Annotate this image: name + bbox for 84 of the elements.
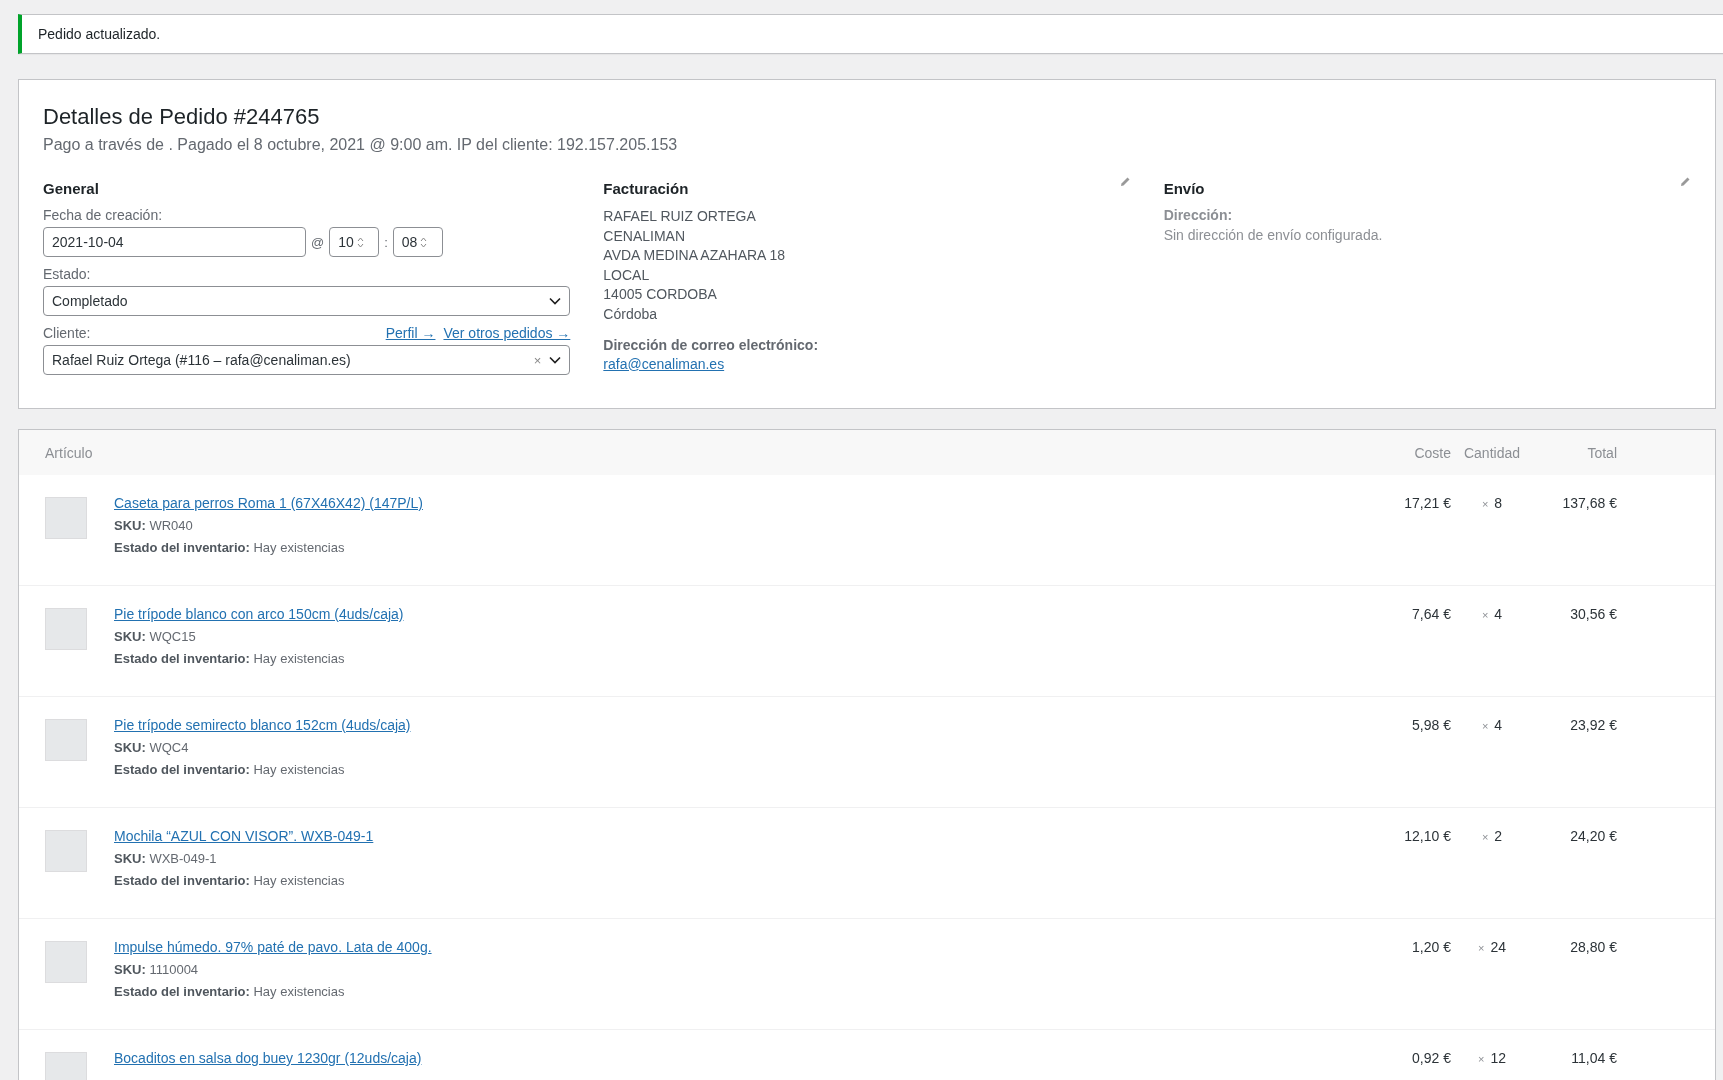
stock-status-text: Estado del inventario: Hay existencias — [114, 651, 346, 666]
date-field[interactable]: 2021-10-04 — [43, 227, 306, 257]
pencil-icon — [1679, 176, 1691, 188]
product-link[interactable]: Mochila “AZUL CON VISOR”. WXB-049-1 — [114, 828, 374, 844]
hour-field[interactable]: 10 — [329, 227, 380, 257]
quantity-cell: 8 — [1494, 495, 1503, 511]
spinner-arrows-icon — [420, 236, 428, 248]
field-label: Dirección de correo electrónico: — [603, 336, 820, 355]
spinner-arrows-icon — [356, 236, 364, 248]
customer-link[interactable]: Perfil → — [385, 325, 436, 341]
column-header: Cantidad — [1462, 444, 1521, 461]
minute-field[interactable]: 08 — [392, 227, 443, 257]
product-link[interactable]: Bocaditos en salsa dog buey 1230gr (12uds/caja) — [114, 1050, 422, 1066]
total-cell-text: 28,80 € — [1569, 939, 1617, 955]
product-link[interactable]: Pie trípode semirecto blanco 152cm (4uds/caja) — [114, 717, 411, 733]
photo-placeholder — [45, 497, 87, 539]
product-link[interactable]: Caseta para perros Roma 1 (67X46X42) (147P/L) — [114, 495, 423, 511]
sku-text: SKU: WQC4 — [114, 740, 190, 755]
multiply-sign: × — [1478, 942, 1485, 954]
multiply-sign: × — [1481, 498, 1489, 510]
shipping-address-text: Sin dirección de envío configurada. — [1163, 225, 1384, 245]
stock-status-text: Estado del inventario: Hay existencias — [114, 984, 346, 999]
field-label: Cliente: — [43, 325, 92, 341]
total-cell-text: 137,68 € — [1561, 495, 1617, 511]
multiply-sign: × — [1481, 720, 1489, 732]
stock-status-text: Estado del inventario: Hay existencias — [114, 762, 346, 777]
order-title: Detalles de Pedido #244765 — [42, 103, 321, 130]
total-cell-text: 23,92 € — [1569, 717, 1617, 733]
total-cell-text: 11,04 € — [1570, 1050, 1617, 1066]
sku-text: SKU: WQC15 — [114, 629, 197, 644]
product-link[interactable]: Pie trípode blanco con arco 150cm (4uds/caja) — [114, 606, 404, 622]
email-link[interactable]: rafa@cenaliman.es — [603, 355, 725, 372]
customer-link[interactable]: Ver otros pedidos → — [443, 325, 571, 341]
cost-cell-text: 0,92 € — [1411, 1050, 1451, 1066]
time-separator: : — [384, 234, 388, 250]
total-cell-text: 24,20 € — [1569, 828, 1617, 844]
notice-message: Pedido actualizado. — [38, 26, 161, 42]
address-line: LOCAL — [603, 265, 651, 285]
column-header: Artículo — [44, 444, 94, 461]
quantity-cell: 4 — [1494, 717, 1503, 733]
quantity-cell: 24 — [1490, 939, 1506, 955]
photo-placeholder — [45, 830, 87, 872]
chevron-down-icon — [549, 297, 562, 305]
multiply-sign: × — [1481, 831, 1489, 843]
quantity-cell: 2 — [1494, 828, 1503, 844]
quantity-cell: 4 — [1494, 606, 1503, 622]
multiply-sign: × — [1481, 609, 1489, 621]
product-link[interactable]: Impulse húmedo. 97% paté de pavo. Lata de 400g. — [114, 939, 432, 955]
address-line: Córdoba — [603, 304, 659, 324]
customer-dropdown[interactable]: Rafael Ruiz Ortega (#116 – rafa@cenaliman.es) × — [43, 345, 571, 375]
column-header: Coste — [1413, 444, 1451, 461]
cost-cell-text: 12,10 € — [1403, 828, 1451, 844]
stock-status-text: Estado del inventario: Hay existencias — [114, 540, 346, 555]
cost-cell-text: 1,20 € — [1411, 939, 1451, 955]
photo-placeholder — [45, 719, 87, 761]
at-sign: @ — [311, 234, 325, 250]
pencil-icon — [1118, 176, 1131, 188]
column-header: Total — [1586, 444, 1617, 461]
order-subtitle: Pago a través de . Pagado el 8 octubre, 2021 @ 9:00 am. IP del cliente: 192.157.205.153 — [43, 136, 679, 154]
clear-icon[interactable]: × — [533, 352, 542, 368]
section-heading: Facturación — [603, 180, 689, 197]
sku-text: SKU: 1110004 — [114, 962, 200, 977]
cost-cell-text: 7,64 € — [1411, 606, 1451, 622]
chevron-down-icon — [549, 356, 562, 364]
address-line: CENALIMAN — [603, 226, 686, 246]
multiply-sign: × — [1478, 1053, 1485, 1065]
field-label: Dirección: — [1163, 206, 1234, 225]
cost-cell-text: 5,98 € — [1411, 717, 1451, 733]
status-dropdown[interactable]: Completado — [43, 286, 571, 316]
cost-cell-text: 17,21 € — [1403, 495, 1451, 511]
photo-placeholder — [45, 608, 87, 650]
photo-placeholder — [45, 941, 87, 983]
field-label: Fecha de creación: — [43, 207, 164, 223]
section-heading: General — [43, 180, 100, 197]
address-line: RAFAEL RUIZ ORTEGA — [603, 207, 757, 226]
quantity-cell: 12 — [1490, 1050, 1506, 1066]
field-label: Estado: — [43, 266, 92, 282]
sku-text: SKU: WXB-049-1 — [114, 851, 218, 866]
total-cell-text: 30,56 € — [1569, 606, 1617, 622]
address-line: AVDA MEDINA AZAHARA 18 — [603, 246, 787, 265]
sku-text: SKU: WR040 — [114, 518, 194, 533]
address-line: 14005 CORDOBA — [603, 285, 718, 304]
stock-status-text: Estado del inventario: Hay existencias — [114, 873, 346, 888]
section-heading: Envío — [1163, 180, 1205, 197]
